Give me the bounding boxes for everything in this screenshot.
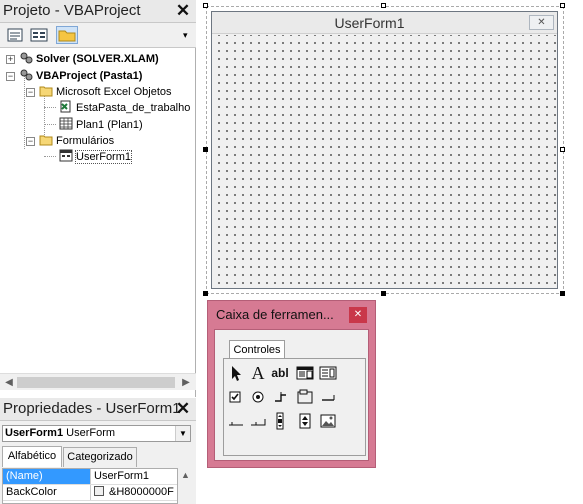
scrollbar-thumb[interactable] — [17, 377, 175, 388]
toolbox-title: Caixa de ferramen... — [216, 307, 334, 322]
scroll-up-icon[interactable]: ▲ — [181, 470, 190, 480]
project-explorer-title: Projeto - VBAProject — [3, 2, 141, 19]
commandbutton-icon[interactable] — [318, 387, 338, 407]
spinbutton-icon[interactable] — [295, 411, 315, 431]
tree-item-solver[interactable]: Solver (SOLVER.XLAM) — [19, 51, 159, 67]
project-explorer-titlebar: Projeto - VBAProject ✕ — [0, 0, 196, 23]
multipage-icon[interactable] — [248, 411, 268, 431]
resize-handle[interactable] — [203, 147, 208, 152]
toolbar-overflow-icon[interactable]: ▾ — [183, 30, 188, 41]
worksheet-icon — [59, 117, 73, 130]
scroll-left-icon[interactable]: ◀ — [2, 376, 16, 389]
checkbox-icon[interactable] — [226, 387, 246, 407]
resize-handle — [203, 3, 208, 8]
tree-item-forms[interactable]: Formulários — [39, 133, 114, 149]
frame-icon[interactable] — [295, 387, 315, 407]
tree-item-plan1[interactable]: Plan1 (Plan1) — [59, 117, 143, 133]
close-icon[interactable]: ✕ — [529, 15, 554, 30]
userform-caption: UserForm1 — [334, 15, 405, 31]
property-row-backcolor[interactable]: BackColor &H8000000F — [3, 485, 177, 501]
resize-handle[interactable] — [381, 291, 386, 296]
tree-item-workbook[interactable]: EstaPasta_de_trabalho — [59, 100, 190, 116]
resize-handle[interactable] — [203, 291, 208, 296]
vbproject-icon — [20, 69, 33, 81]
vbproject-icon — [20, 52, 33, 64]
userform-icon — [59, 149, 73, 162]
tree-horizontal-scrollbar[interactable]: ◀ ▶ — [0, 373, 196, 390]
scroll-right-icon[interactable]: ▶ — [179, 376, 193, 389]
folder-open-icon — [39, 135, 53, 146]
listbox-icon[interactable] — [318, 363, 338, 383]
scrollbar-icon[interactable] — [270, 411, 290, 431]
workbook-icon — [60, 100, 71, 113]
image-icon[interactable] — [318, 411, 338, 431]
close-icon[interactable]: ✕ — [173, 399, 193, 419]
userform-caption-bar[interactable]: UserForm1 ✕ — [212, 12, 557, 34]
object-name: UserForm1 — [5, 427, 64, 439]
combobox-icon[interactable] — [295, 363, 315, 383]
resize-handle[interactable] — [560, 291, 565, 296]
property-name: BackColor — [3, 485, 91, 500]
folder-open-icon — [39, 86, 53, 97]
properties-title: Propriedades - UserForm1 — [3, 400, 181, 417]
tabstrip-icon[interactable] — [226, 411, 246, 431]
collapse-excel-objects-icon[interactable]: − — [26, 88, 35, 97]
tab-categorizado[interactable]: Categorizado — [63, 447, 137, 467]
resize-handle — [560, 3, 565, 8]
textbox-icon[interactable]: abl — [270, 363, 290, 383]
close-icon[interactable]: ✕ — [349, 307, 367, 323]
tree-item-vbaproject[interactable]: VBAProject (Pasta1) — [19, 68, 142, 84]
property-grid-scrollbar[interactable]: ▲ — [178, 468, 195, 502]
view-object-icon[interactable] — [29, 26, 49, 44]
object-selector[interactable]: UserForm1 UserForm ▼ — [2, 425, 191, 442]
property-name: (Name) — [3, 469, 91, 484]
close-icon[interactable]: ✕ — [173, 1, 193, 21]
property-row-name[interactable]: (Name) UserForm1 — [3, 469, 177, 485]
property-value[interactable]: UserForm1 — [94, 469, 149, 484]
chevron-down-icon[interactable]: ▼ — [175, 426, 190, 441]
toolbox-window: Caixa de ferramen... ✕ Controles A abl — [207, 300, 376, 468]
toolbox-body: Controles A abl — [214, 329, 369, 461]
properties-titlebar: Propriedades - UserForm1 ✕ — [0, 398, 196, 421]
object-type: UserForm — [66, 427, 116, 439]
tab-alfabetico[interactable]: Alfabético — [2, 446, 62, 467]
tree-item-excel-objects[interactable]: Microsoft Excel Objetos — [39, 84, 172, 100]
collapse-forms-icon[interactable]: − — [26, 137, 35, 146]
toolbox-titlebar[interactable]: Caixa de ferramen... ✕ — [208, 301, 375, 327]
userform-grid-canvas[interactable] — [212, 35, 557, 288]
property-value: &H8000000F — [109, 486, 174, 498]
properties-panel: Propriedades - UserForm1 ✕ UserForm1 Use… — [0, 398, 196, 504]
project-explorer-panel: Projeto - VBAProject ✕ ▾ + Solver (SOLVE… — [0, 0, 196, 397]
view-code-icon[interactable] — [5, 26, 25, 44]
label-icon[interactable]: A — [248, 363, 268, 383]
project-explorer-toolbar: ▾ — [0, 23, 196, 48]
optionbutton-icon[interactable] — [248, 387, 268, 407]
collapse-vbaproject-icon[interactable]: − — [6, 72, 15, 81]
expand-solver-icon[interactable]: + — [6, 55, 15, 64]
tab-controles[interactable]: Controles — [229, 340, 285, 359]
property-grid: (Name) UserForm1 BackColor &H8000000F — [2, 468, 178, 504]
select-pointer-icon[interactable] — [226, 363, 246, 383]
resize-handle — [560, 147, 565, 152]
togglebutton-icon[interactable] — [270, 387, 290, 407]
resize-handle — [381, 3, 386, 8]
toggle-folders-icon[interactable] — [56, 26, 78, 44]
tree-item-userform1[interactable]: UserForm1 — [59, 149, 133, 165]
toolbox-controls-page: A abl — [223, 358, 366, 456]
color-swatch — [94, 486, 104, 496]
userform-window[interactable]: UserForm1 ✕ — [211, 11, 558, 289]
project-tree: + Solver (SOLVER.XLAM) − VBAProject (Pas… — [0, 49, 196, 371]
